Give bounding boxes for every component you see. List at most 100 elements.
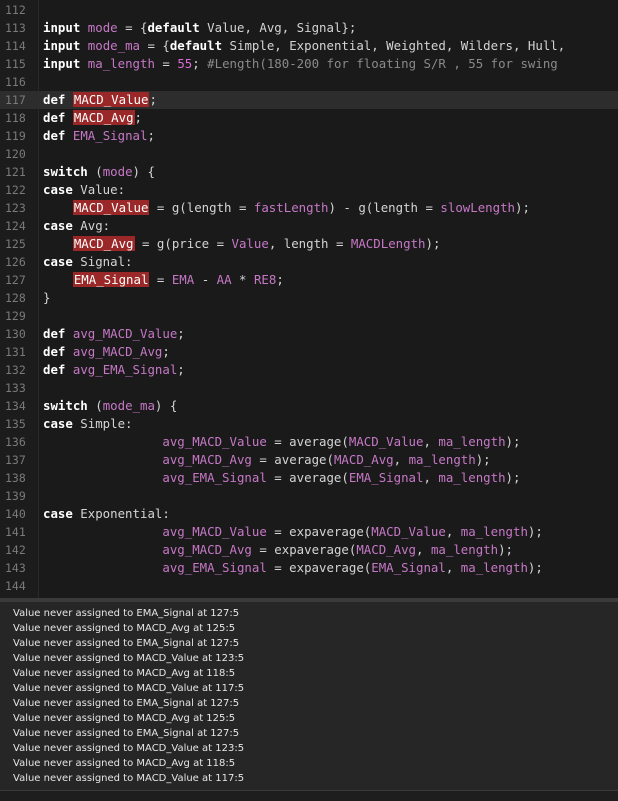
code-token: switch: [43, 398, 88, 413]
code-line[interactable]: 138 avg_EMA_Signal = average(EMA_Signal,…: [0, 469, 618, 487]
code-token: Exponential:: [72, 506, 170, 521]
code-line[interactable]: 142 avg_MACD_Avg = expaverage(MACD_Avg, …: [0, 541, 618, 559]
line-code[interactable]: def MACD_Value;: [43, 91, 157, 109]
line-code[interactable]: switch (mode_ma) {: [43, 397, 177, 415]
code-token: ) {: [154, 398, 178, 413]
line-code[interactable]: def MACD_Avg;: [43, 109, 142, 127]
message-item[interactable]: Value never assigned to EMA_Signal at 12…: [13, 606, 239, 621]
code-line[interactable]: 130 def avg_MACD_Value;: [0, 325, 618, 343]
code-token: ;: [134, 110, 143, 125]
code-line[interactable]: 140 case Exponential:: [0, 505, 618, 523]
message-item[interactable]: Value never assigned to MACD_Value at 11…: [13, 681, 244, 696]
code-token: ,: [423, 470, 439, 485]
code-token: avg_MACD_Value: [162, 434, 267, 449]
line-number: 118: [5, 111, 26, 125]
code-line[interactable]: 137 avg_MACD_Avg = average(MACD_Avg, ma_…: [0, 451, 618, 469]
line-number: 112: [5, 3, 26, 17]
line-code[interactable]: input mode = {default Value, Avg, Signal…: [43, 19, 356, 37]
line-code[interactable]: avg_MACD_Value = expaverage(MACD_Value, …: [43, 523, 542, 541]
code-token: Simple, Exponential, Weighted, Wilders, …: [222, 38, 566, 53]
messages-panel[interactable]: Value never assigned to EMA_Signal at 12…: [0, 602, 618, 790]
code-token: ;: [162, 344, 170, 359]
code-line[interactable]: 127 EMA_Signal = EMA - AA * RE8;: [0, 271, 618, 289]
message-item[interactable]: Value never assigned to MACD_Avg at 118:…: [13, 666, 235, 681]
line-code[interactable]: input mode_ma = {default Simple, Exponen…: [43, 37, 565, 55]
code-line[interactable]: 122 case Value:: [0, 181, 618, 199]
line-code[interactable]: avg_MACD_Value = average(MACD_Value, ma_…: [43, 433, 520, 451]
line-code[interactable]: def avg_MACD_Value;: [43, 325, 185, 343]
line-code[interactable]: EMA_Signal = EMA - AA * RE8;: [43, 271, 284, 289]
code-token: Signal:: [72, 254, 133, 269]
line-code[interactable]: switch (mode) {: [43, 163, 155, 181]
code-line[interactable]: 141 avg_MACD_Value = expaverage(MACD_Val…: [0, 523, 618, 541]
code-line[interactable]: 128}: [0, 289, 618, 307]
code-line[interactable]: 132 def avg_EMA_Signal;: [0, 361, 618, 379]
line-number: 114: [5, 39, 26, 53]
code-token: = expaverage(: [266, 524, 372, 539]
message-item[interactable]: Value never assigned to MACD_Avg at 125:…: [13, 621, 235, 636]
code-line[interactable]: 131 def avg_MACD_Avg;: [0, 343, 618, 361]
line-code[interactable]: def avg_EMA_Signal;: [43, 361, 185, 379]
message-item[interactable]: Value never assigned to MACD_Avg at 125:…: [13, 711, 235, 726]
line-code[interactable]: MACD_Avg = g(price = Value, length = MAC…: [43, 235, 440, 253]
line-code[interactable]: case Avg:: [43, 217, 110, 235]
code-token: EMA_Signal: [371, 560, 446, 575]
line-code[interactable]: avg_EMA_Signal = average(EMA_Signal, ma_…: [43, 469, 520, 487]
code-line[interactable]: 135 case Simple:: [0, 415, 618, 433]
line-number: 122: [5, 183, 26, 197]
message-item[interactable]: Value never assigned to EMA_Signal at 12…: [13, 726, 239, 741]
code-line[interactable]: 133: [0, 379, 618, 397]
code-line[interactable]: 144: [0, 577, 618, 595]
code-line[interactable]: 121 switch (mode) {: [0, 163, 618, 181]
code-line[interactable]: 117 def MACD_Value;: [0, 91, 618, 109]
code-token: avg_MACD_Avg: [162, 542, 252, 557]
code-line[interactable]: 116: [0, 73, 618, 91]
line-code[interactable]: case Simple:: [43, 415, 133, 433]
code-line[interactable]: 134 switch (mode_ma) {: [0, 397, 618, 415]
error-highlight: MACD_Value: [72, 92, 150, 107]
line-code[interactable]: def EMA_Signal;: [43, 127, 155, 145]
code-token: ma_length: [430, 542, 499, 557]
line-code[interactable]: avg_EMA_Signal = expaverage(EMA_Signal, …: [43, 559, 542, 577]
line-code[interactable]: MACD_Value = g(length = fastLength) - g(…: [43, 199, 530, 217]
code-token: EMA_Signal: [72, 128, 148, 143]
code-token: ;: [177, 326, 185, 341]
code-line[interactable]: 124 case Avg:: [0, 217, 618, 235]
error-highlight: MACD_Avg: [72, 110, 135, 125]
code-line[interactable]: 129: [0, 307, 618, 325]
code-line[interactable]: 126 case Signal:: [0, 253, 618, 271]
line-code[interactable]: def avg_MACD_Avg;: [43, 343, 170, 361]
message-item[interactable]: Value never assigned to MACD_Value at 11…: [13, 771, 244, 786]
line-code[interactable]: avg_MACD_Avg = expaverage(MACD_Avg, ma_l…: [43, 541, 513, 559]
message-item[interactable]: Value never assigned to MACD_Avg at 118:…: [13, 756, 235, 771]
status-bar: [0, 790, 618, 801]
code-line[interactable]: 123 MACD_Value = g(length = fastLength) …: [0, 199, 618, 217]
code-line[interactable]: 115 input ma_length = 55; #Length(180-200…: [0, 55, 618, 73]
code-line[interactable]: 125 MACD_Avg = g(price = Value, length =…: [0, 235, 618, 253]
line-code[interactable]: }: [43, 289, 50, 307]
code-token: MACD_Avg: [356, 542, 417, 557]
message-item[interactable]: Value never assigned to MACD_Value at 12…: [13, 651, 244, 666]
code-line[interactable]: 113 input mode = {default Value, Avg, Sig…: [0, 19, 618, 37]
message-item[interactable]: Value never assigned to EMA_Signal at 12…: [13, 636, 239, 651]
line-code[interactable]: case Value:: [43, 181, 125, 199]
line-code[interactable]: case Exponential:: [43, 505, 170, 523]
line-code[interactable]: input ma_length = 55; #Length(180-200 fo…: [43, 55, 558, 73]
code-line[interactable]: 120: [0, 145, 618, 163]
line-code[interactable]: avg_MACD_Avg = average(MACD_Avg, ma_leng…: [43, 451, 490, 469]
code-line[interactable]: 112: [0, 1, 618, 19]
code-line[interactable]: 136 avg_MACD_Value = average(MACD_Value,…: [0, 433, 618, 451]
code-line[interactable]: 139: [0, 487, 618, 505]
code-line[interactable]: 143 avg_EMA_Signal = expaverage(EMA_Sign…: [0, 559, 618, 577]
message-item[interactable]: Value never assigned to MACD_Value at 12…: [13, 741, 244, 756]
line-code[interactable]: case Signal:: [43, 253, 133, 271]
code-token: def: [43, 128, 66, 143]
code-line[interactable]: 119 def EMA_Signal;: [0, 127, 618, 145]
line-number: 124: [5, 219, 26, 233]
code-token: ;: [177, 362, 185, 377]
message-item[interactable]: Value never assigned to EMA_Signal at 12…: [13, 696, 239, 711]
code-editor[interactable]: 112 113 input mode = {default Value, Avg, …: [0, 0, 618, 598]
code-line[interactable]: 114 input mode_ma = {default Simple, Expo…: [0, 37, 618, 55]
code-line[interactable]: 118 def MACD_Avg;: [0, 109, 618, 127]
